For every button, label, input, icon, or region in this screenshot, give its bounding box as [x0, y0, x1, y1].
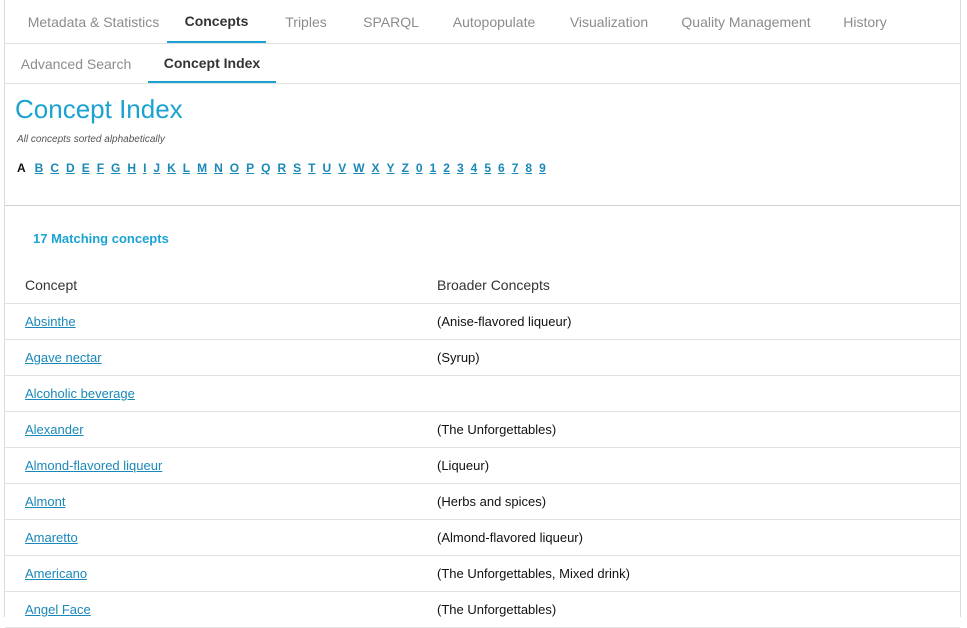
alphabet-link-5[interactable]: 5 [484, 161, 491, 175]
broader-concepts: (Almond-flavored liqueur) [437, 530, 583, 545]
broader-concepts: (Syrup) [437, 350, 480, 365]
concept-link[interactable]: Almond-flavored liqueur [25, 458, 162, 473]
alphabet-index: A BCDEFGHIJKLMNOPQRSTUVWXYZ0123456789 [17, 160, 553, 176]
page-subtitle: All concepts sorted alphabetically [17, 134, 165, 145]
column-header-concept: Concept [25, 277, 78, 293]
table-row: Angel Face (The Unforgettables) [5, 592, 960, 628]
concept-link[interactable]: Americano [25, 566, 87, 581]
tab-sparql[interactable]: SPARQL [350, 0, 432, 43]
section-divider [5, 205, 960, 206]
alphabet-link-j[interactable]: J [153, 161, 160, 175]
concept-link[interactable]: Absinthe [25, 314, 76, 329]
alphabet-link-0[interactable]: 0 [416, 161, 423, 175]
alphabet-link-s[interactable]: S [293, 161, 301, 175]
tab-quality-management[interactable]: Quality Management [672, 0, 820, 43]
tab-triples[interactable]: Triples [273, 0, 339, 43]
alphabet-link-d[interactable]: D [66, 161, 75, 175]
tab-history[interactable]: History [831, 0, 899, 43]
alphabet-link-h[interactable]: H [127, 161, 136, 175]
table-row: Alexander (The Unforgettables) [5, 412, 960, 448]
secondary-tab-bar: Advanced Search Concept Index [5, 44, 960, 84]
tab-metadata-statistics[interactable]: Metadata & Statistics [13, 0, 174, 43]
alphabet-link-b[interactable]: B [35, 161, 44, 175]
alphabet-link-x[interactable]: X [372, 161, 380, 175]
table-row: Alcoholic beverage [5, 376, 960, 412]
alphabet-link-m[interactable]: M [197, 161, 207, 175]
concept-link[interactable]: Alcoholic beverage [25, 386, 135, 401]
alphabet-current-letter: A [17, 161, 26, 175]
alphabet-link-2[interactable]: 2 [443, 161, 450, 175]
alphabet-link-n[interactable]: N [214, 161, 223, 175]
alphabet-link-6[interactable]: 6 [498, 161, 505, 175]
column-header-broader: Broader Concepts [437, 277, 550, 293]
alphabet-link-i[interactable]: I [143, 161, 146, 175]
concept-link[interactable]: Angel Face [25, 602, 91, 617]
alphabet-link-f[interactable]: F [97, 161, 104, 175]
alphabet-link-9[interactable]: 9 [539, 161, 546, 175]
alphabet-link-g[interactable]: G [111, 161, 120, 175]
broader-concepts: (The Unforgettables, Mixed drink) [437, 566, 630, 581]
broader-concepts: (Anise-flavored liqueur) [437, 314, 572, 329]
concept-link[interactable]: Amaretto [25, 530, 78, 545]
tab-concept-index[interactable]: Concept Index [148, 44, 276, 83]
alphabet-link-e[interactable]: E [82, 161, 90, 175]
concept-link[interactable]: Alexander [25, 422, 84, 437]
tab-visualization[interactable]: Visualization [557, 0, 661, 43]
alphabet-link-u[interactable]: U [323, 161, 332, 175]
app-frame: Metadata & Statistics Concepts Triples S… [4, 0, 961, 628]
tab-autopopulate[interactable]: Autopopulate [443, 0, 545, 43]
alphabet-link-t[interactable]: T [308, 161, 315, 175]
alphabet-link-z[interactable]: Z [402, 161, 409, 175]
tab-advanced-search[interactable]: Advanced Search [13, 44, 139, 83]
alphabet-link-o[interactable]: O [230, 161, 239, 175]
table-row: Absinthe (Anise-flavored liqueur) [5, 304, 960, 340]
broader-concepts: (Herbs and spices) [437, 494, 547, 509]
alphabet-link-p[interactable]: P [246, 161, 254, 175]
table-row: Almond-flavored liqueur (Liqueur) [5, 448, 960, 484]
table-header: Concept Broader Concepts [5, 267, 960, 304]
alphabet-link-q[interactable]: Q [261, 161, 270, 175]
alphabet-link-r[interactable]: R [277, 161, 286, 175]
alphabet-link-7[interactable]: 7 [512, 161, 519, 175]
alphabet-link-c[interactable]: C [50, 161, 59, 175]
tab-concepts[interactable]: Concepts [167, 0, 266, 43]
alphabet-link-k[interactable]: K [167, 161, 176, 175]
alphabet-link-v[interactable]: V [338, 161, 346, 175]
broader-concepts: (The Unforgettables) [437, 422, 557, 437]
alphabet-link-3[interactable]: 3 [457, 161, 464, 175]
alphabet-link-w[interactable]: W [353, 161, 364, 175]
alphabet-link-4[interactable]: 4 [471, 161, 478, 175]
table-row: Agave nectar (Syrup) [5, 340, 960, 376]
table-row: Almont (Herbs and spices) [5, 484, 960, 520]
broader-concepts: (The Unforgettables) [437, 602, 557, 617]
alphabet-link-1[interactable]: 1 [430, 161, 437, 175]
concept-link[interactable]: Agave nectar [25, 350, 102, 365]
page-title: Concept Index [15, 94, 183, 124]
table-row: Americano (The Unforgettables, Mixed drin… [5, 556, 960, 592]
alphabet-link-8[interactable]: 8 [525, 161, 532, 175]
alphabet-link-l[interactable]: L [183, 161, 190, 175]
primary-tab-bar: Metadata & Statistics Concepts Triples S… [5, 0, 960, 44]
table-row: Amaretto (Almond-flavored liqueur) [5, 520, 960, 556]
concept-link[interactable]: Almont [25, 494, 65, 509]
broader-concepts: (Liqueur) [437, 458, 490, 473]
alphabet-link-y[interactable]: Y [387, 161, 395, 175]
concept-table: Concept Broader Concepts Absinthe (Anise-… [5, 267, 960, 628]
matching-count: 17 Matching concepts [33, 231, 169, 246]
